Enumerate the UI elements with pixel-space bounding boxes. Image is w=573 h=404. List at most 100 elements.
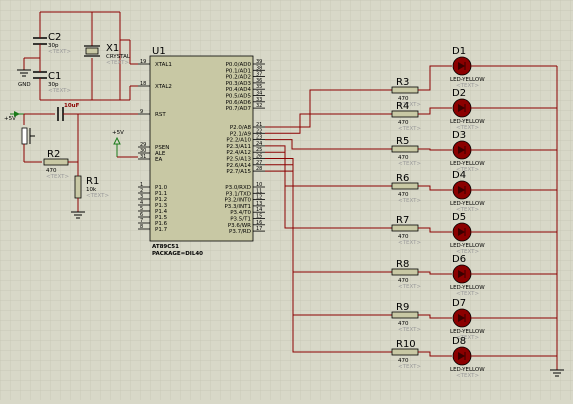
mcu-package: PACKAGE=DIL40 <box>152 251 203 257</box>
mcu-pin-label: P2.1/A9 <box>230 131 252 137</box>
mcu-pin-number: 37 <box>256 72 262 78</box>
c1-ref: C1 <box>48 71 61 82</box>
mcu-pin-label: P3.0/RXD <box>225 185 251 191</box>
mcu-pin-label: P0.5/AD5 <box>226 94 252 100</box>
mcu-pin-label: P0.4/AD4 <box>226 87 252 93</box>
mcu-left-pins: 19 XTAL118 XTAL29 RST29 PSEN30 ALE31 EA1 P1.02 P… <box>138 59 172 233</box>
mcu-pin-label: XTAL1 <box>155 62 172 68</box>
mcu-part: AT89C51 <box>152 244 179 250</box>
c2-ref: C2 <box>48 32 61 43</box>
mcu-pin-number: 28 <box>256 166 262 172</box>
r2-text: <TEXT> <box>46 174 69 180</box>
mcu-pin-number: 36 <box>256 78 262 84</box>
resistor-ref: R3 <box>396 77 409 88</box>
resistor-text: <TEXT> <box>398 284 421 290</box>
mcu-pin-label: P2.0/A8 <box>230 125 252 131</box>
mcu-pin-number: 34 <box>256 91 262 97</box>
mcu-pin-label: XTAL2 <box>155 84 172 90</box>
mcu-pin-number: 31 <box>140 154 146 160</box>
led-ref: D5 <box>452 212 466 223</box>
mcu-pin-label: P3.2/INT0 <box>224 198 251 204</box>
mcu-pin-number: 12 <box>256 195 262 201</box>
mcu-pin-label: EA <box>155 157 162 163</box>
led-text: <TEXT> <box>456 373 479 379</box>
mcu-pin-number: 25 <box>256 147 262 153</box>
mcu-pin-label: P0.0/AD0 <box>226 62 252 68</box>
mcu-pin-number: 9 <box>140 109 143 115</box>
resistor-ref: R5 <box>396 136 409 147</box>
mcu-pin-label: P3.5/T1 <box>230 217 251 223</box>
led-ref: D4 <box>452 170 466 181</box>
mcu-pin-label: P2.3/A11 <box>226 144 251 150</box>
resistor-text: <TEXT> <box>398 240 421 246</box>
r1-ref: R1 <box>86 176 99 187</box>
mcu-pin-number: 13 <box>256 201 262 207</box>
x1-text: <TEXT> <box>106 60 129 66</box>
mcu-pin-number: 27 <box>256 160 262 166</box>
led-ref: D6 <box>452 254 466 265</box>
mcu-pin-label: P1.7 <box>155 227 168 233</box>
mcu-pin-number: 19 <box>140 59 146 65</box>
mcu-pin-number: 33 <box>256 97 262 103</box>
mcu-pin-label: P3.7/RD <box>229 229 251 235</box>
r1-text: <TEXT> <box>86 193 109 199</box>
mcu-pin-number: 15 <box>256 214 262 220</box>
mcu-pin-number: 35 <box>256 84 262 90</box>
mcu-pin-label: P0.6/AD6 <box>226 100 252 106</box>
resistor-text: <TEXT> <box>398 198 421 204</box>
mcu-pin-number: 8 <box>140 224 143 230</box>
schematic-svg: C2 30p <TEXT> C1 30p <TEXT> GND X1 CRYST… <box>0 0 573 400</box>
led-text: <TEXT> <box>456 291 479 297</box>
led-ref: D7 <box>452 298 466 309</box>
grid-background <box>0 0 573 400</box>
led-ref: D1 <box>452 46 466 57</box>
resistor-ref: R9 <box>396 302 409 313</box>
mcu-pin-number: 23 <box>256 135 262 141</box>
resistor-text: <TEXT> <box>398 327 421 333</box>
x1-ref: X1 <box>106 43 119 54</box>
mcu-pin-number: 24 <box>256 141 262 147</box>
resistor-text: <TEXT> <box>398 126 421 132</box>
mcu-pin-label: P3.3/INT1 <box>224 204 251 210</box>
mcu-u1[interactable]: U1 AT89C51 PACKAGE=DIL40 19 XTAL1 18 XTAL2 9… <box>138 46 265 257</box>
mcu-pin-label: P0.2/AD2 <box>226 75 251 81</box>
mcu-pin-number: 26 <box>256 154 262 160</box>
vcc-label-1: +5V <box>4 116 16 122</box>
vcc-label-2: +5V <box>112 130 124 136</box>
led-ref: D2 <box>452 88 466 99</box>
c2-text: <TEXT> <box>48 49 71 55</box>
cap-10uf-value: 10uF <box>64 103 80 109</box>
mcu-pin-number: 32 <box>256 103 262 109</box>
c1-text: <TEXT> <box>48 88 71 94</box>
mcu-pin-label: P3.4/T0 <box>230 210 251 216</box>
mcu-pin-label: P2.7/A15 <box>226 169 251 175</box>
resistor-text: <TEXT> <box>398 161 421 167</box>
mcu-pin-label: P2.5/A13 <box>226 157 251 163</box>
r2-ref: R2 <box>47 149 60 160</box>
mcu-pin-label: P2.6/A14 <box>226 163 251 169</box>
resistor-ref: R6 <box>396 173 409 184</box>
schematic-canvas[interactable]: C2 30p <TEXT> C1 30p <TEXT> GND X1 CRYST… <box>0 0 573 400</box>
resistor-ref: R7 <box>396 215 409 226</box>
mcu-pin-number: 10 <box>256 182 262 188</box>
mcu-pin-label: P3.1/TXD <box>226 191 251 197</box>
mcu-pin-label: P2.4/A12 <box>226 150 251 156</box>
mcu-pin-label: P0.1/AD1 <box>226 68 251 74</box>
mcu-right-pins: 39 P0.0/AD0 38 P0.1/AD1 37 P0.2/AD2 36 P0.3/AD3… <box>224 59 265 235</box>
mcu-pin-label: P0.7/AD7 <box>226 106 252 112</box>
mcu-pin-number: 11 <box>256 188 262 194</box>
led-ref: D8 <box>452 336 466 347</box>
mcu-pin-number: 16 <box>256 220 262 226</box>
resistor-ref: R8 <box>396 259 409 270</box>
mcu-pin-number: 18 <box>140 81 146 87</box>
mcu-pin-label: RST <box>155 112 166 118</box>
resistor-ref: R4 <box>396 101 409 112</box>
mcu-pin-number: 38 <box>256 65 262 71</box>
resistor-ref: R10 <box>396 339 416 350</box>
mcu-pin-label: P0.3/AD3 <box>226 81 252 87</box>
resistor-text: <TEXT> <box>398 364 421 370</box>
mcu-pin-number: 21 <box>256 122 262 128</box>
mcu-pin-number: 17 <box>256 226 262 232</box>
mcu-pin-number: 14 <box>256 207 262 213</box>
mcu-pin-number: 39 <box>256 59 262 65</box>
